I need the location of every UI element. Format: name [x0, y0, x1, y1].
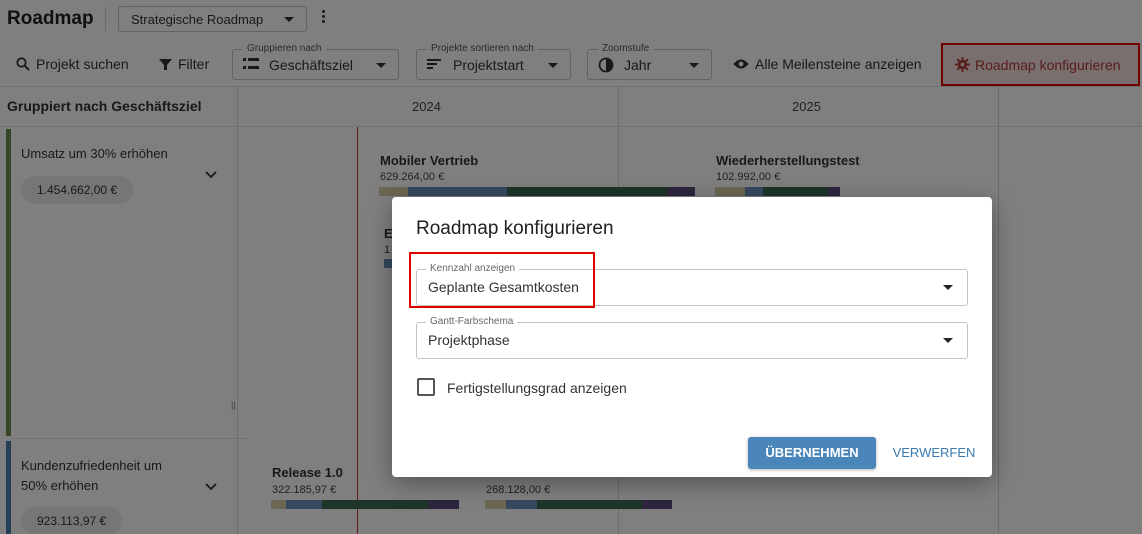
color-scheme-legend: Gantt-Farbschema	[426, 316, 518, 327]
dialog-title: Roadmap konfigurieren	[416, 218, 614, 239]
discard-button[interactable]: VERWERFEN	[888, 437, 980, 469]
show-completion-checkbox[interactable]	[417, 378, 435, 396]
chevron-down-icon	[943, 285, 953, 290]
metric-highlight	[409, 252, 595, 308]
show-completion-label: Fertigstellungsgrad anzeigen	[447, 380, 627, 396]
color-scheme-select[interactable]: Gantt-Farbschema Projektphase	[416, 316, 968, 359]
configure-roadmap-dialog: Roadmap konfigurieren Kennzahl anzeigen …	[392, 197, 992, 477]
apply-button[interactable]: ÜBERNEHMEN	[748, 437, 876, 469]
color-scheme-value: Projektphase	[428, 332, 510, 348]
chevron-down-icon	[943, 338, 953, 343]
